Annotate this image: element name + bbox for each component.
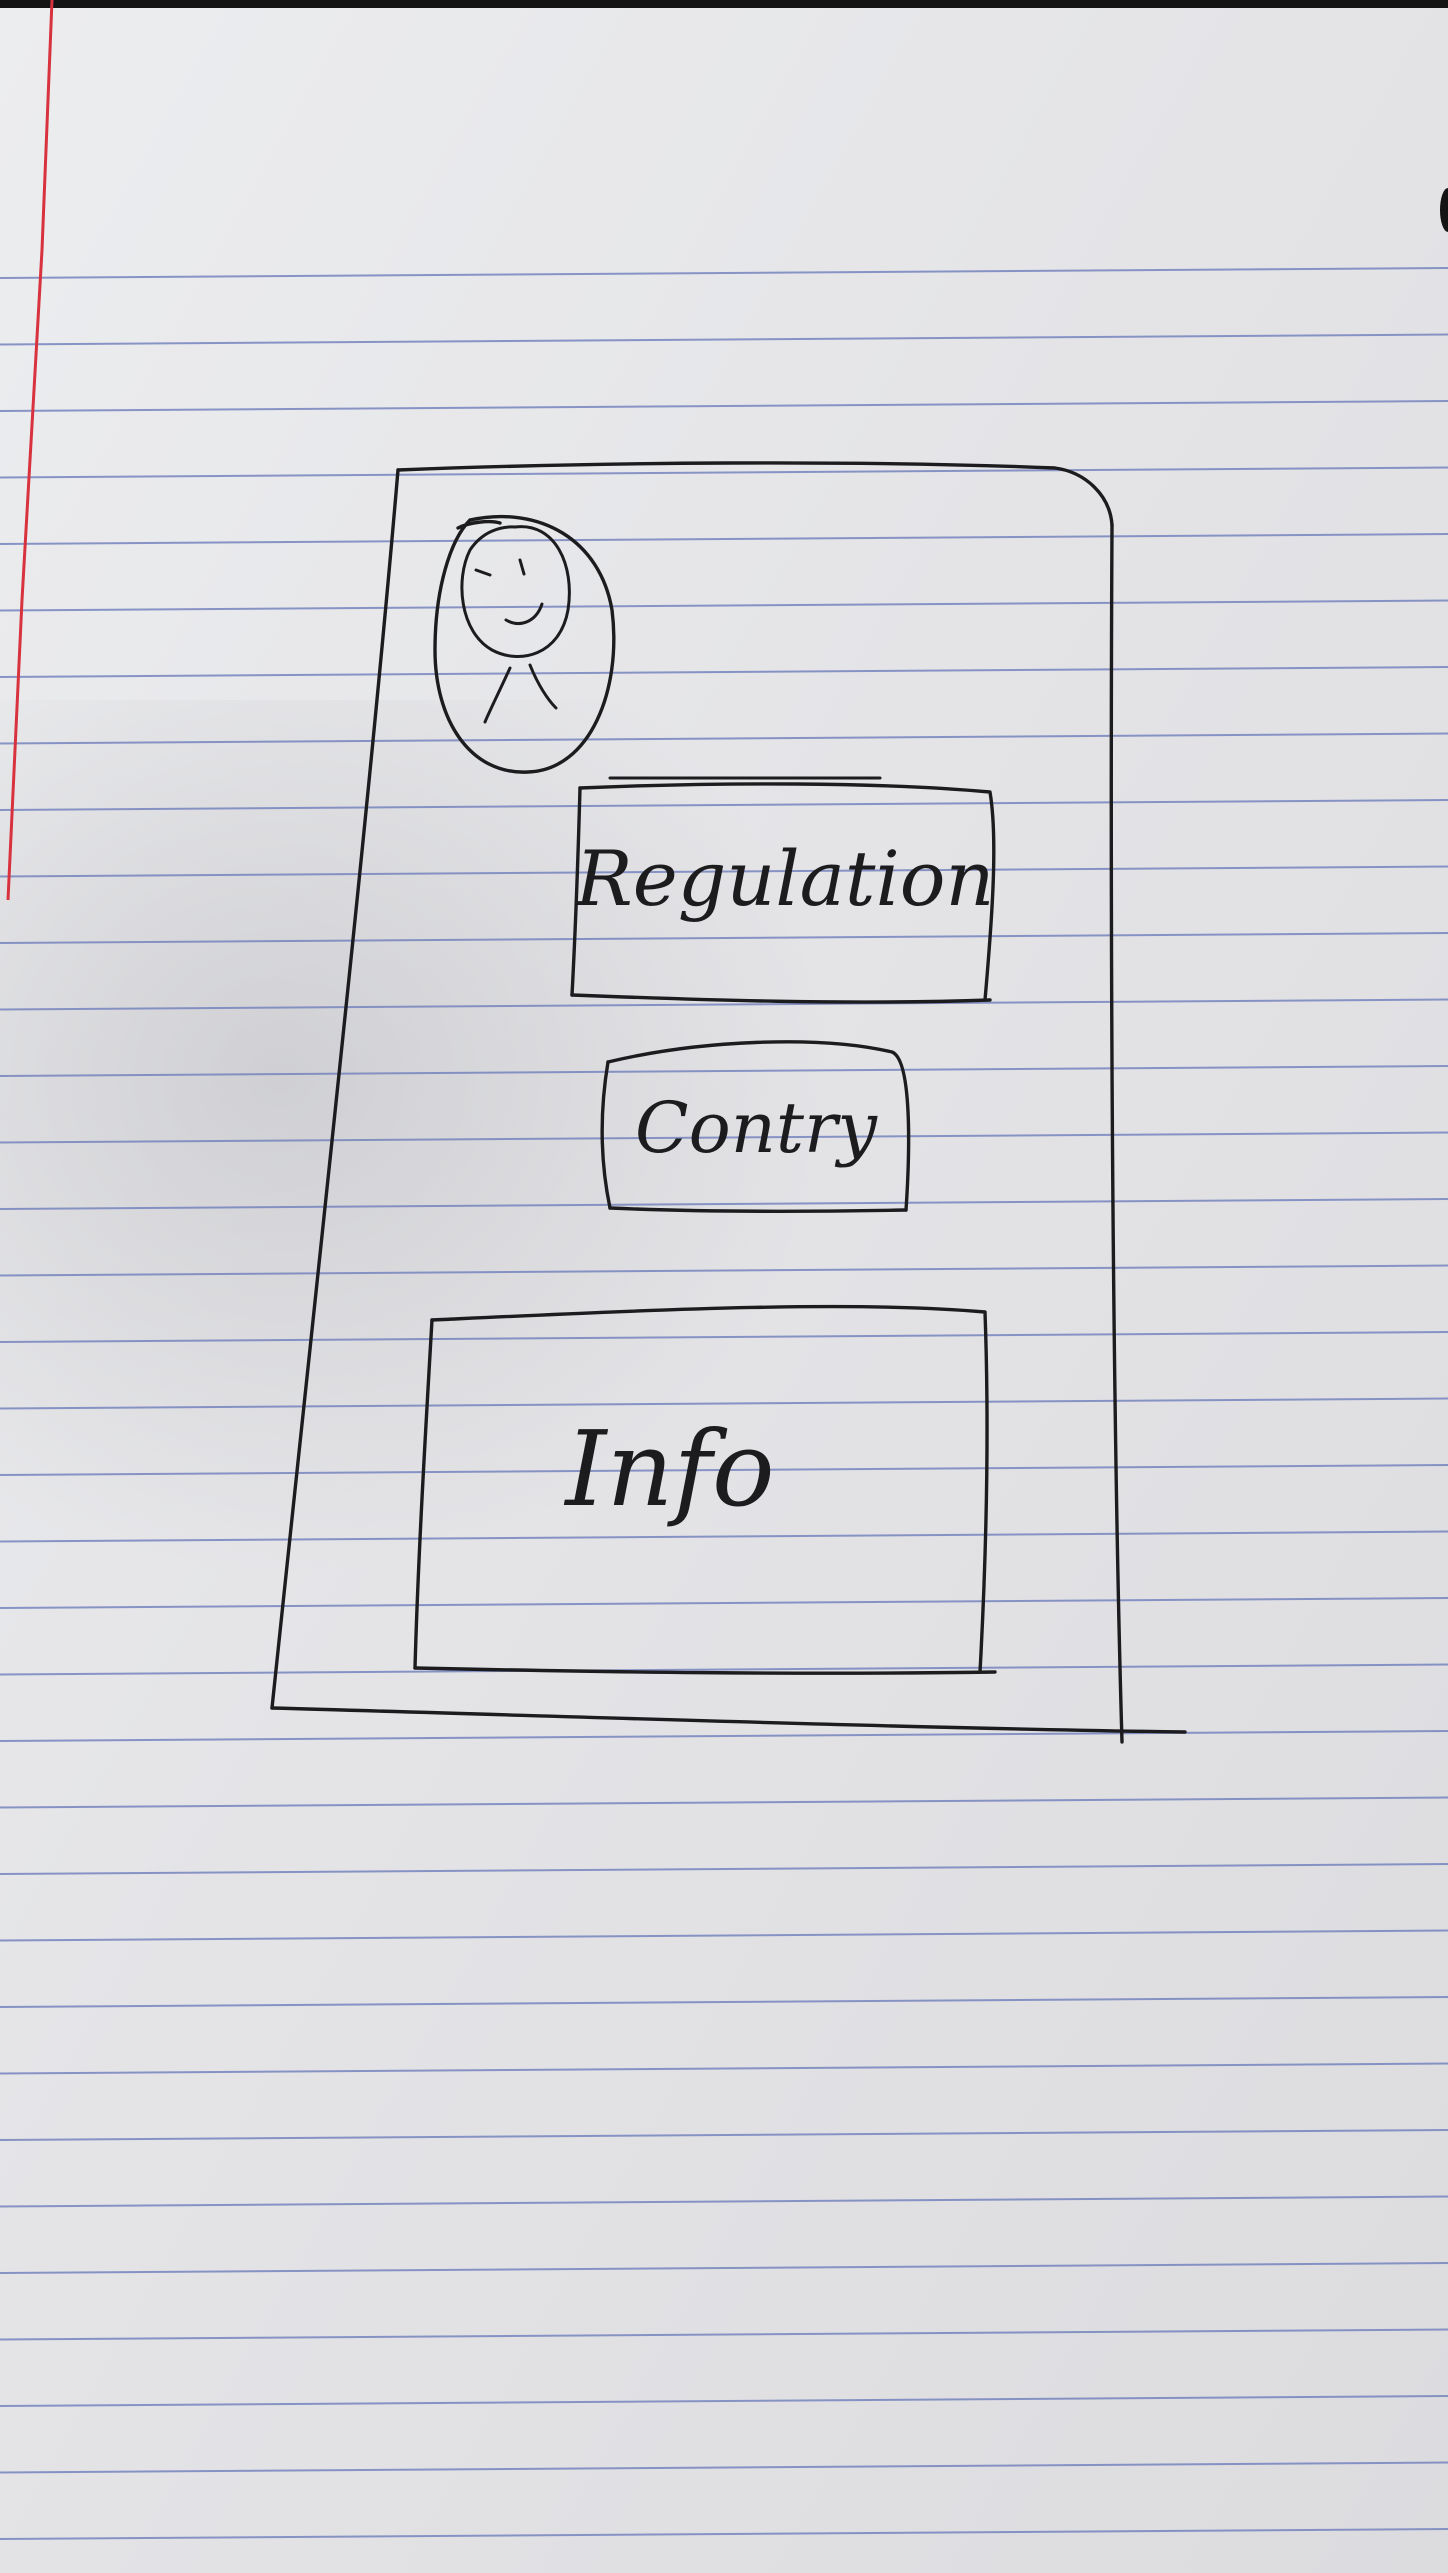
- notebook-paper: Regulation Contry Info: [0, 0, 1448, 2573]
- paper-top-edge: [0, 0, 1448, 8]
- info-panel-label: Info: [563, 1408, 774, 1530]
- regulation-button-label: Regulation: [574, 834, 995, 923]
- country-button-label: Contry: [635, 1087, 878, 1169]
